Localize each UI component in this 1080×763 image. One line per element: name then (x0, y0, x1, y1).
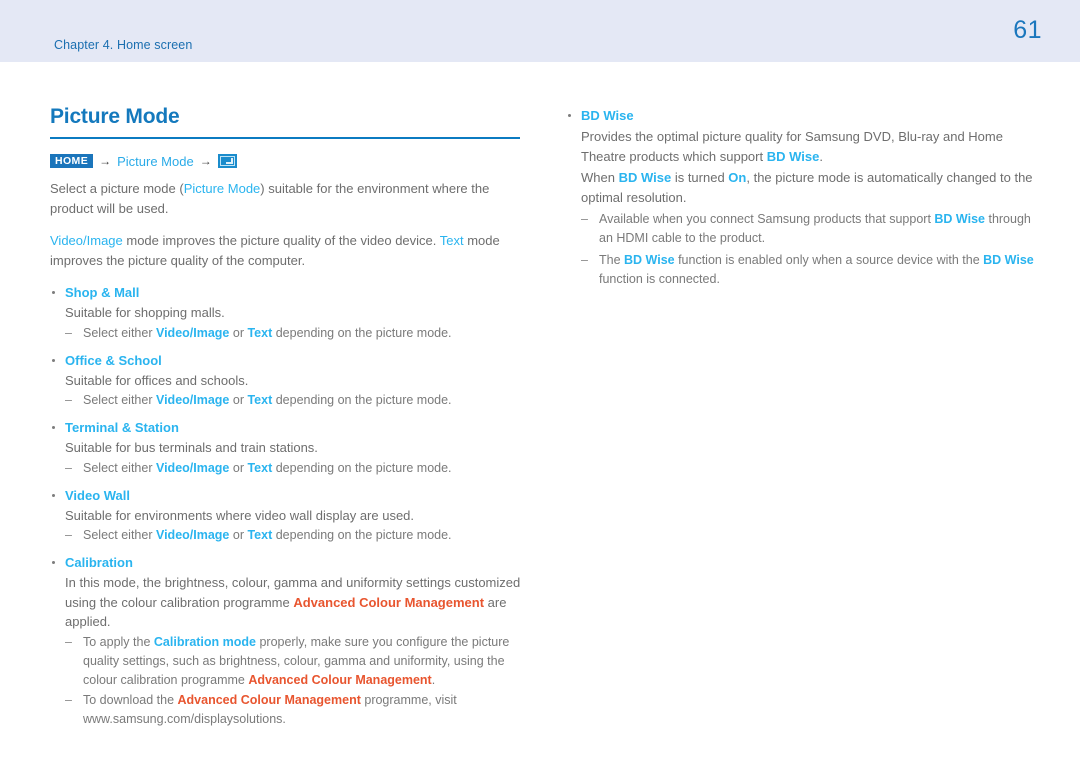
breadcrumb-arrow-icon: → (99, 154, 112, 169)
sub-note: Select either Video/Image or Text depend… (65, 324, 524, 343)
sub-note-text: or (229, 393, 248, 408)
page-number: 61 (1013, 16, 1042, 44)
page-title: Picture Mode (50, 105, 180, 128)
page-header: Chapter 4. Home screen 61 (0, 0, 1080, 62)
sub-note: Select either Video/Image or Text depend… (65, 459, 524, 478)
intro-paragraph-1: Select a picture mode (Picture Mode) sui… (50, 179, 524, 218)
breadcrumb-arrow-icon: → (199, 154, 212, 169)
sub-note-text: or (229, 460, 248, 475)
inline-link-video-image[interactable]: Video/Image (156, 326, 229, 340)
inline-link-advanced-colour-management[interactable]: Advanced Colour Management (293, 595, 484, 610)
title-divider (50, 137, 520, 140)
inline-link-bd-wise[interactable]: BD Wise (767, 149, 820, 164)
list-item-description: In this mode, the brightness, colour, ga… (65, 573, 524, 632)
inline-link-calibration-mode[interactable]: Calibration mode (154, 635, 256, 649)
sub-note-text: Select either (83, 528, 156, 543)
inline-link-video-image[interactable]: Video/Image (156, 461, 229, 475)
inline-link-advanced-colour-management[interactable]: Advanced Colour Management (248, 673, 431, 687)
sub-note-text: Select either (83, 325, 156, 340)
sub-note-text: depending on the picture mode. (272, 460, 452, 475)
left-column: Picture Mode HOME → Picture Mode → Selec… (50, 62, 524, 729)
picture-mode-list: Shop & Mall Suitable for shopping malls.… (50, 283, 524, 729)
sub-note-text: Select either (83, 460, 156, 475)
description-text: When (581, 170, 619, 185)
inline-link-advanced-colour-management[interactable]: Advanced Colour Management (178, 693, 361, 707)
list-item-description: Provides the optimal picture quality for… (581, 127, 1036, 166)
list-item-heading[interactable]: Terminal & Station (65, 418, 524, 437)
page-content: Picture Mode HOME → Picture Mode → Selec… (0, 62, 1080, 763)
inline-link-text[interactable]: Text (247, 528, 272, 542)
inline-link-bd-wise[interactable]: BD Wise (624, 253, 675, 267)
breadcrumb-home-badge[interactable]: HOME (50, 153, 94, 169)
sub-note-text: To apply the (83, 634, 154, 649)
list-item-heading[interactable]: Calibration (65, 553, 524, 572)
sub-note-list: Select either Video/Image or Text depend… (65, 459, 524, 478)
list-item-description: When BD Wise is turned On, the picture m… (581, 168, 1036, 207)
inline-link-picture-mode[interactable]: Picture Mode (184, 181, 261, 196)
intro-text: mode improves the picture quality of the… (122, 233, 440, 249)
list-item: Shop & Mall Suitable for shopping malls.… (50, 283, 524, 343)
sub-note-text: depending on the picture mode. (272, 393, 452, 408)
inline-link-bd-wise[interactable]: BD Wise (934, 212, 985, 226)
list-item: Video Wall Suitable for environments whe… (50, 486, 524, 545)
inline-link-text[interactable]: Text (247, 393, 272, 407)
inline-link-bd-wise[interactable]: BD Wise (619, 170, 672, 185)
list-item: Office & School Suitable for offices and… (50, 351, 524, 410)
sub-note-list: Select either Video/Image or Text depend… (65, 391, 524, 410)
intro-text: Select a picture mode ( (50, 181, 184, 197)
list-item-description: Suitable for bus terminals and train sta… (65, 440, 318, 456)
list-item-description: Suitable for offices and schools. (65, 372, 249, 388)
inline-link-text[interactable]: Text (247, 326, 272, 340)
description-text: is turned (671, 170, 729, 185)
list-item: Calibration In this mode, the brightness… (50, 553, 524, 729)
list-item-description: Suitable for environments where video wa… (65, 507, 415, 523)
inline-link-text[interactable]: Text (440, 233, 464, 248)
sub-note-text: . (431, 672, 436, 687)
list-item-heading[interactable]: Video Wall (65, 486, 524, 505)
inline-link-text[interactable]: Text (247, 461, 272, 475)
sub-note: Select either Video/Image or Text depend… (65, 526, 524, 545)
sub-note-text: or (229, 325, 248, 340)
sub-note: To download the Advanced Colour Manageme… (65, 691, 524, 729)
inline-link-video-image[interactable]: Video/Image (156, 393, 229, 407)
sub-note-text: function is connected. (599, 272, 720, 286)
inline-link-on[interactable]: On (728, 170, 746, 185)
sub-note-text: Available when you connect Samsung produ… (599, 212, 935, 226)
sub-note-text: or (229, 528, 248, 543)
list-item-heading[interactable]: Shop & Mall (65, 283, 524, 302)
list-item-description: Suitable for shopping malls. (65, 305, 225, 321)
sub-note-list: Available when you connect Samsung produ… (581, 210, 1036, 289)
sub-note-text: depending on the picture mode. (272, 528, 452, 543)
list-item-heading[interactable]: BD Wise (581, 106, 1036, 125)
bd-wise-list: BD Wise Provides the optimal picture qua… (566, 106, 1036, 289)
breadcrumb-link-picture-mode[interactable]: Picture Mode (117, 154, 194, 169)
chapter-label: Chapter 4. Home screen (54, 38, 193, 52)
intro-paragraph-2: Video/Image mode improves the picture qu… (50, 231, 524, 270)
inline-link-video-image[interactable]: Video/Image (156, 528, 229, 542)
description-text: . (819, 148, 823, 164)
sub-note-list: Select either Video/Image or Text depend… (65, 526, 524, 545)
inline-link-video-image[interactable]: Video/Image (50, 233, 123, 248)
sub-note-text: function is enabled only when a source d… (674, 253, 984, 267)
list-item-heading[interactable]: Office & School (65, 351, 524, 370)
sub-note-list: Select either Video/Image or Text depend… (65, 324, 524, 343)
right-column: BD Wise Provides the optimal picture qua… (566, 62, 1036, 289)
sub-note-text: To download the (83, 692, 178, 707)
enter-key-icon (217, 154, 237, 169)
sub-note-list: To apply the Calibration mode properly, … (65, 633, 524, 729)
sub-note-text: Select either (83, 393, 156, 408)
breadcrumb: HOME → Picture Mode → (50, 153, 524, 169)
inline-link-bd-wise[interactable]: BD Wise (983, 253, 1034, 267)
sub-note: The BD Wise function is enabled only whe… (581, 251, 1036, 289)
sub-note: Select either Video/Image or Text depend… (65, 391, 524, 410)
sub-note: Available when you connect Samsung produ… (581, 210, 1036, 248)
sub-note-text: depending on the picture mode. (272, 325, 452, 340)
list-item: BD Wise Provides the optimal picture qua… (566, 106, 1036, 289)
list-item: Terminal & Station Suitable for bus term… (50, 418, 524, 478)
sub-note-text: The (599, 253, 625, 267)
sub-note: To apply the Calibration mode properly, … (65, 633, 524, 690)
